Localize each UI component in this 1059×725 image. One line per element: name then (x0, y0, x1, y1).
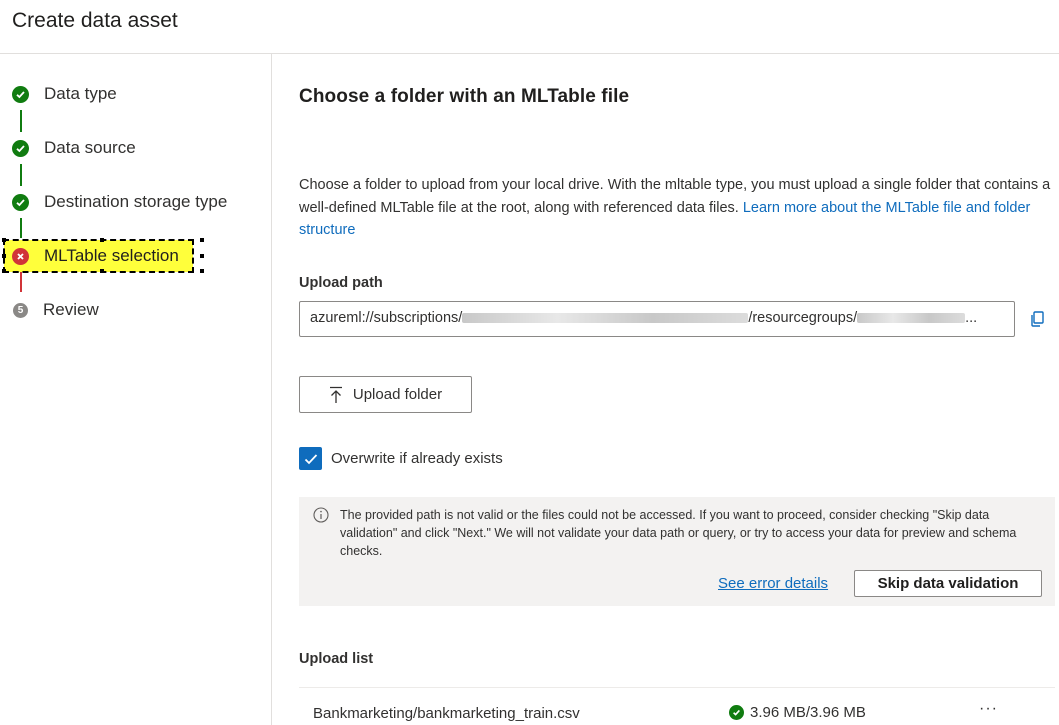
overwrite-label: Overwrite if already exists (331, 450, 503, 467)
step-label: Review (43, 300, 99, 319)
table-row: Bankmarketing/bankmarketing_train.csv 3.… (299, 687, 1055, 725)
step-label: Data source (44, 138, 136, 157)
step-number-badge: 5 (13, 302, 28, 318)
step-label: Data type (44, 84, 117, 103)
upload-path-suffix: ... (965, 310, 978, 326)
step-connector (20, 110, 22, 132)
selection-handle (2, 238, 6, 242)
upload-path-prefix: azureml://subscriptions/ (310, 310, 463, 326)
step-connector (20, 164, 22, 186)
section-title: Choose a folder with an MLTable file (299, 86, 630, 107)
copy-icon[interactable] (1028, 310, 1046, 328)
selection-handle (100, 238, 104, 242)
info-icon (313, 507, 329, 523)
wizard-steps: Data type Data source Destination storag… (0, 54, 272, 725)
upload-list-title: Upload list (299, 651, 374, 667)
upload-folder-button[interactable]: Upload folder (299, 376, 472, 413)
selection-handle (2, 254, 6, 258)
selection-handle (200, 238, 204, 242)
check-circle-icon (729, 705, 744, 720)
panel-header: Create data asset (0, 0, 1059, 54)
step-data-source[interactable]: Data source (12, 136, 136, 160)
upload-folder-label: Upload folder (352, 386, 443, 403)
upload-status-text: 3.96 MB/3.96 MB (750, 704, 866, 721)
page-title: Create data asset (12, 9, 178, 32)
step-mltable-selection[interactable]: MLTable selection (3, 239, 194, 273)
step-label: MLTable selection (44, 246, 179, 265)
check-circle-icon (12, 139, 29, 157)
selection-handle (200, 254, 204, 258)
step-connector (20, 218, 22, 238)
redacted-resource-group (857, 313, 966, 324)
selection-handle (2, 269, 6, 273)
step-review[interactable]: 5 Review (12, 298, 99, 322)
main-content: Choose a folder with an MLTable file Cho… (272, 54, 1059, 725)
see-error-details-link[interactable]: See error details (718, 575, 828, 592)
more-options-icon[interactable]: ··· (979, 700, 998, 718)
selection-handle (100, 269, 104, 273)
overwrite-checkbox[interactable] (299, 447, 322, 470)
validation-message: The provided path is not valid or the fi… (340, 508, 1017, 558)
upload-path-middle: /resourcegroups/ (748, 310, 858, 326)
redacted-subscription-id (462, 313, 749, 324)
check-circle-icon (12, 193, 29, 211)
step-label: Destination storage type (44, 192, 228, 211)
step-connector (20, 272, 22, 292)
validation-message-bar: The provided path is not valid or the fi… (299, 497, 1055, 606)
step-data-type[interactable]: Data type (12, 82, 117, 106)
upload-status: 3.96 MB/3.96 MB (729, 704, 866, 721)
skip-data-validation-button[interactable]: Skip data validation (854, 570, 1042, 597)
upload-path-field[interactable]: azureml://subscriptions/ /resourcegroups/… (299, 301, 1015, 337)
upload-icon (329, 386, 342, 403)
upload-path-label: Upload path (299, 275, 383, 291)
step-destination-storage-type[interactable]: Destination storage type (12, 190, 227, 214)
selection-handle (200, 269, 204, 273)
check-circle-icon (12, 85, 29, 103)
error-circle-icon (12, 247, 29, 265)
file-name: Bankmarketing/bankmarketing_train.csv (313, 705, 580, 722)
description: Choose a folder to upload from your loca… (299, 174, 1054, 242)
overwrite-option[interactable]: Overwrite if already exists (299, 447, 503, 470)
checkmark-icon (304, 453, 317, 464)
